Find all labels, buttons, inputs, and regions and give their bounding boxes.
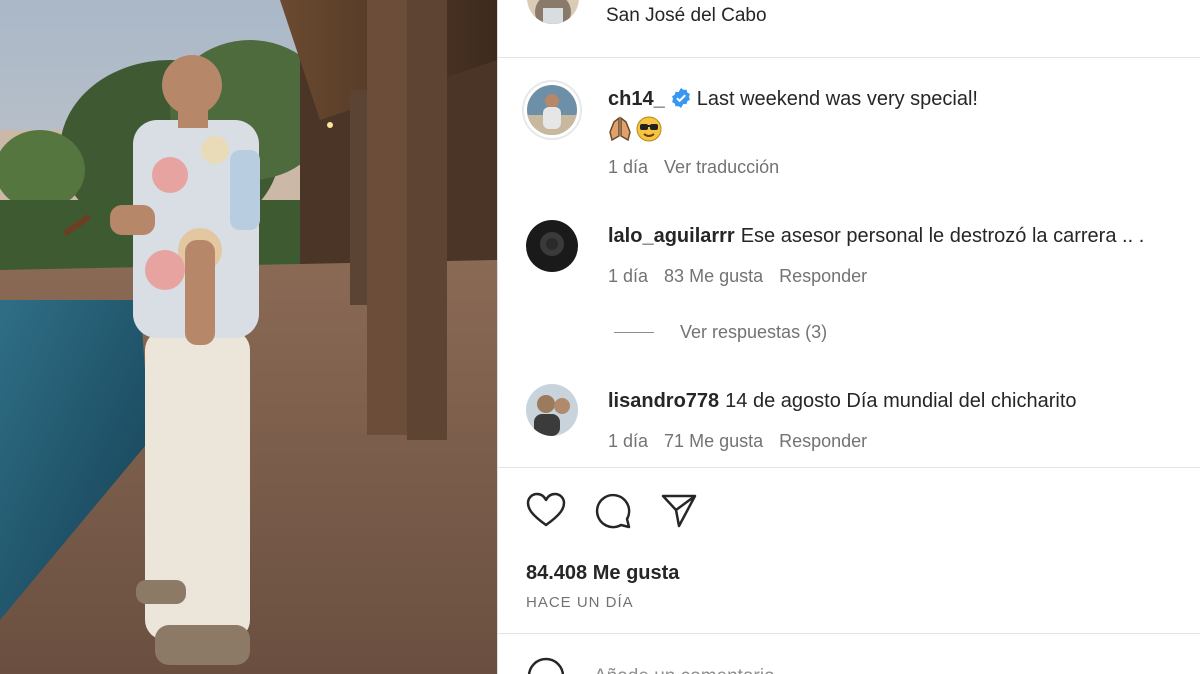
heart-icon[interactable]: [526, 492, 566, 528]
comment-input[interactable]: Añade un comentario...: [594, 666, 790, 674]
caption-line: ch14_ Last weekend was very special!: [608, 88, 978, 111]
share-icon[interactable]: [660, 492, 698, 530]
sunglasses-face-icon: [636, 116, 662, 142]
pray-icon: [609, 116, 631, 142]
caption-age: 1 día: [608, 157, 649, 177]
caption-author-avatar[interactable]: [527, 85, 577, 135]
comment-username[interactable]: lalo_aguilarrr: [608, 225, 735, 247]
post-location[interactable]: San José del Cabo: [606, 5, 767, 27]
comment-likes[interactable]: 83 Me gusta: [664, 266, 763, 286]
comment-icon[interactable]: [594, 492, 632, 530]
emoji-icon[interactable]: [526, 656, 566, 674]
caption-emojis: [608, 116, 662, 142]
translate-link[interactable]: Ver traducción: [664, 157, 779, 177]
comments-divider: [498, 467, 1200, 468]
comment-meta: 1 día 71 Me gusta Responder: [608, 431, 883, 452]
comment-username[interactable]: lisandro778: [608, 390, 719, 412]
comment-line: lalo_aguilarrr Ese asesor personal le des…: [608, 225, 1144, 248]
comment-age: 1 día: [608, 431, 649, 451]
post-image: [0, 0, 497, 674]
author-avatar[interactable]: [527, 0, 579, 24]
comment-age: 1 día: [608, 266, 649, 286]
post-timestamp: HACE UN DÍA: [526, 594, 634, 611]
comment-line: lisandro778 14 de agosto Día mundial del …: [608, 390, 1077, 413]
caption-text: Last weekend was very special!: [696, 88, 978, 110]
verified-badge-icon: [671, 88, 690, 108]
post-photo[interactable]: [0, 0, 497, 674]
post-side-panel: San José del Cabo ch14_ Last weekend was …: [497, 0, 1200, 674]
commenter-avatar[interactable]: [526, 384, 578, 436]
view-replies-label: Ver respuestas (3): [680, 322, 828, 342]
caption-username[interactable]: ch14_: [608, 88, 665, 110]
footer-divider: [498, 633, 1200, 634]
comment-text: Ese asesor personal le destrozó la carre…: [740, 225, 1145, 247]
comment-likes[interactable]: 71 Me gusta: [664, 431, 763, 451]
header-divider: [498, 57, 1200, 58]
like-count[interactable]: 84.408 Me gusta: [526, 562, 679, 585]
view-replies-button[interactable]: Ver respuestas (3): [614, 322, 827, 343]
reply-button[interactable]: Responder: [779, 431, 867, 451]
post-actions: [526, 492, 698, 530]
reply-button[interactable]: Responder: [779, 266, 867, 286]
comment-meta: 1 día 83 Me gusta Responder: [608, 266, 883, 287]
caption-meta: 1 día Ver traducción: [608, 157, 795, 178]
comment-text: 14 de agosto Día mundial del chicharito: [725, 390, 1077, 412]
replies-dash: [614, 332, 654, 333]
commenter-avatar[interactable]: [526, 220, 578, 272]
